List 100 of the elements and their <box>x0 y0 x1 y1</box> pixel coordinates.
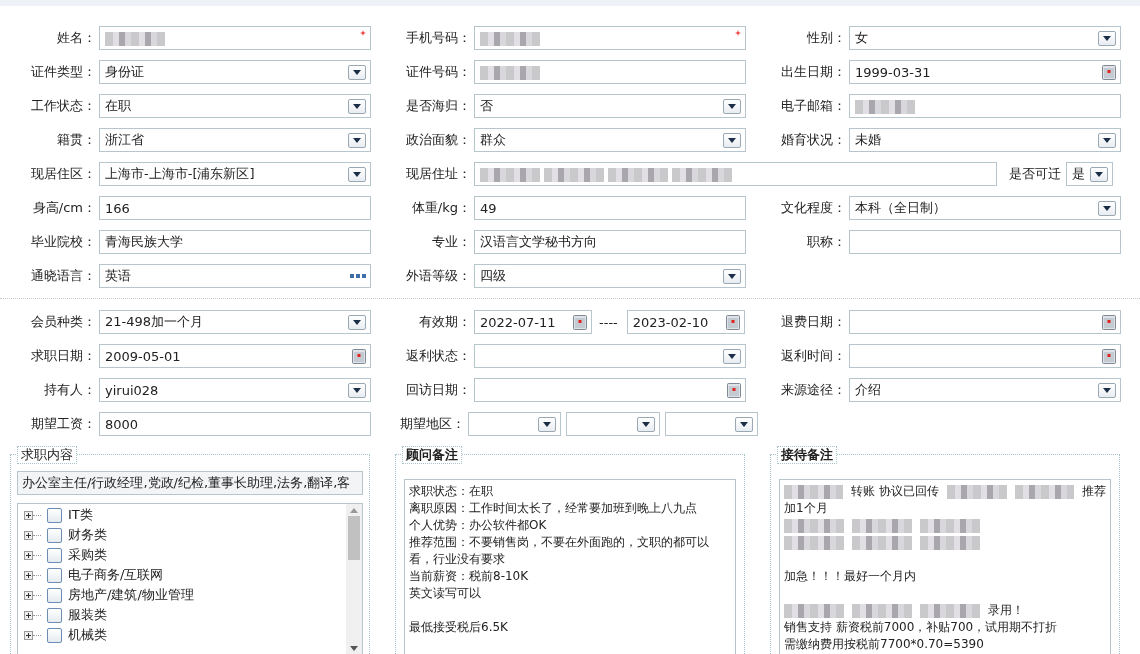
expand-icon[interactable] <box>24 610 33 620</box>
dropdown-field[interactable]: 女 <box>849 26 1121 50</box>
dropdown-field[interactable]: 四级 <box>474 264 746 288</box>
dropdown-field[interactable]: yirui028 <box>99 378 371 402</box>
text-field[interactable] <box>474 162 997 186</box>
dropdown-button[interactable] <box>348 382 366 398</box>
text-field[interactable] <box>849 94 1121 118</box>
dropdown-field[interactable]: 21-498加一个月 <box>99 310 371 334</box>
dropdown-field[interactable]: 否 <box>474 94 746 118</box>
calendar-icon[interactable] <box>1102 64 1116 80</box>
caret-icon <box>1103 205 1111 211</box>
dropdown-field[interactable] <box>566 412 660 436</box>
date-field[interactable]: 2009-05-01 <box>99 344 371 368</box>
dropdown-button[interactable] <box>348 98 366 114</box>
dropdown-button[interactable] <box>735 416 753 432</box>
date-field[interactable] <box>849 310 1121 334</box>
text-field[interactable]: 8000 <box>99 412 371 436</box>
dropdown-button[interactable] <box>723 268 741 284</box>
dropdown-button[interactable] <box>1090 166 1108 182</box>
expand-icon[interactable] <box>24 510 33 520</box>
text-field[interactable] <box>474 26 746 50</box>
field-label: 外语等级： <box>405 267 471 285</box>
lookup-field[interactable]: 英语 <box>99 264 371 288</box>
calendar-icon[interactable] <box>1102 314 1116 330</box>
notes-field[interactable]: 转账 协议已回传 推荐 加1个月 加急！！！最好一个月内 录用！ 销售支持 薪资税前7000，补贴700，试用期不打折 需缴纳费用按税前7700*0.70=5390 <box>779 479 1111 654</box>
tree-item-label[interactable]: 机械类 <box>68 626 107 644</box>
dropdown-button[interactable] <box>723 348 741 364</box>
calendar-icon[interactable] <box>727 382 741 398</box>
dropdown-button[interactable] <box>348 166 366 182</box>
calendar-icon[interactable] <box>1102 348 1116 364</box>
dropdown-button[interactable] <box>538 416 557 432</box>
ellipsis-icon[interactable] <box>350 274 366 278</box>
note-text: 推荐 <box>1082 483 1106 500</box>
text-field[interactable]: 166 <box>99 196 371 220</box>
field-label: 返利状态： <box>405 347 471 365</box>
text-field[interactable] <box>474 60 746 84</box>
range-separator: ---- <box>599 314 618 330</box>
tree-item-label[interactable]: IT类 <box>68 506 93 524</box>
blurred-text <box>784 518 844 533</box>
tree-item-label[interactable]: 服装类 <box>68 606 107 624</box>
tree-item-label[interactable]: 采购类 <box>68 546 107 564</box>
expand-icon[interactable] <box>24 590 33 600</box>
dropdown-button[interactable] <box>723 98 741 114</box>
calendar-icon[interactable] <box>725 314 740 330</box>
dropdown-button[interactable] <box>1098 132 1116 148</box>
tree-item-label[interactable]: 财务类 <box>68 526 107 544</box>
tree-item-label[interactable]: 房地产/建筑/物业管理 <box>68 586 194 604</box>
calendar-icon[interactable] <box>573 314 587 330</box>
caret-icon <box>740 421 748 427</box>
dropdown-field[interactable]: 介绍 <box>849 378 1121 402</box>
dropdown-button[interactable] <box>723 132 741 148</box>
dropdown-field[interactable]: 浙江省 <box>99 128 371 152</box>
text-field[interactable] <box>849 230 1121 254</box>
scrollbar[interactable] <box>346 504 362 654</box>
checkbox[interactable] <box>47 527 62 543</box>
dropdown-field[interactable]: 是 <box>1066 162 1113 186</box>
calendar-icon[interactable] <box>352 348 366 364</box>
date-field[interactable]: 1999-03-31 <box>849 60 1121 84</box>
note-line: 求职状态：在职 <box>409 483 494 500</box>
dropdown-field[interactable]: 上海市-上海市-[浦东新区] <box>99 162 371 186</box>
scroll-down-icon[interactable] <box>350 646 358 651</box>
dropdown-button[interactable] <box>636 416 655 432</box>
dropdown-field[interactable] <box>664 412 758 436</box>
dropdown-field[interactable]: 本科（全日制） <box>849 196 1121 220</box>
text-field[interactable]: 汉语言文学秘书方向 <box>474 230 746 254</box>
checkbox[interactable] <box>47 507 62 523</box>
notes-field[interactable]: 求职状态：在职 离职原因：工作时间太长了，经常要加班到晚上八九点 个人优势：办公软件都OK 推荐范围：不要销售岗，不要在外面跑的，文职的都可以看，行业没有要求 当前薪资：税前8-10K 英文读写可以 最低接受税后6.5K <box>404 479 736 654</box>
dropdown-field[interactable] <box>474 344 746 368</box>
dropdown-button[interactable] <box>1098 30 1116 46</box>
note-line: 加1个月 <box>784 500 829 517</box>
date-field[interactable] <box>474 378 746 402</box>
dropdown-button[interactable] <box>1098 382 1116 398</box>
date-field[interactable] <box>849 344 1121 368</box>
dropdown-button[interactable] <box>348 132 366 148</box>
dropdown-field[interactable]: 群众 <box>474 128 746 152</box>
dropdown-field[interactable]: 在职 <box>99 94 371 118</box>
scroll-up-icon[interactable] <box>350 508 358 513</box>
text-field[interactable]: 办公室主任/行政经理,党政/纪检,董事长助理,法务,翻译,客 <box>17 471 363 495</box>
dropdown-button[interactable] <box>348 314 366 330</box>
checkbox[interactable] <box>47 547 62 563</box>
date-field[interactable]: 2022-07-11 <box>474 310 592 334</box>
text-field[interactable] <box>99 26 371 50</box>
checkbox[interactable] <box>47 567 62 583</box>
dropdown-button[interactable] <box>1098 200 1116 216</box>
dropdown-button[interactable] <box>348 64 366 80</box>
expand-icon[interactable] <box>24 550 33 560</box>
checkbox[interactable] <box>47 627 62 643</box>
expand-icon[interactable] <box>24 530 33 540</box>
checkbox[interactable] <box>47 587 62 603</box>
tree-item-label[interactable]: 电子商务/互联网 <box>68 566 164 584</box>
expand-icon[interactable] <box>24 630 33 640</box>
date-field[interactable]: 2023-02-10 <box>626 310 745 334</box>
dropdown-field[interactable]: 身份证 <box>99 60 371 84</box>
text-field[interactable]: 青海民族大学 <box>99 230 371 254</box>
expand-icon[interactable] <box>24 570 33 580</box>
dropdown-field[interactable] <box>468 412 562 436</box>
scroll-thumb[interactable] <box>348 516 360 560</box>
checkbox[interactable] <box>47 607 62 623</box>
dropdown-field[interactable]: 未婚 <box>849 128 1121 152</box>
text-field[interactable]: 49 <box>474 196 746 220</box>
